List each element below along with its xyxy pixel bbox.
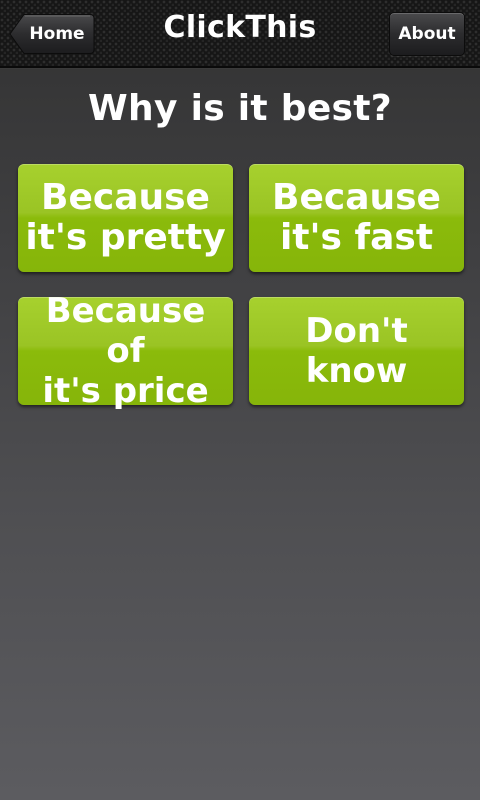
answer-button-price[interactable]: Because of it's price <box>18 291 233 411</box>
answer-button-dont-know[interactable]: Don't know <box>249 297 464 405</box>
answer-button-pretty[interactable]: Because it's pretty <box>18 164 233 272</box>
about-button[interactable]: About <box>389 12 465 56</box>
answer-button-fast[interactable]: Because it's fast <box>249 164 464 272</box>
top-bar: Home ClickThis About <box>0 0 480 68</box>
question-text: Why is it best? <box>88 88 392 129</box>
